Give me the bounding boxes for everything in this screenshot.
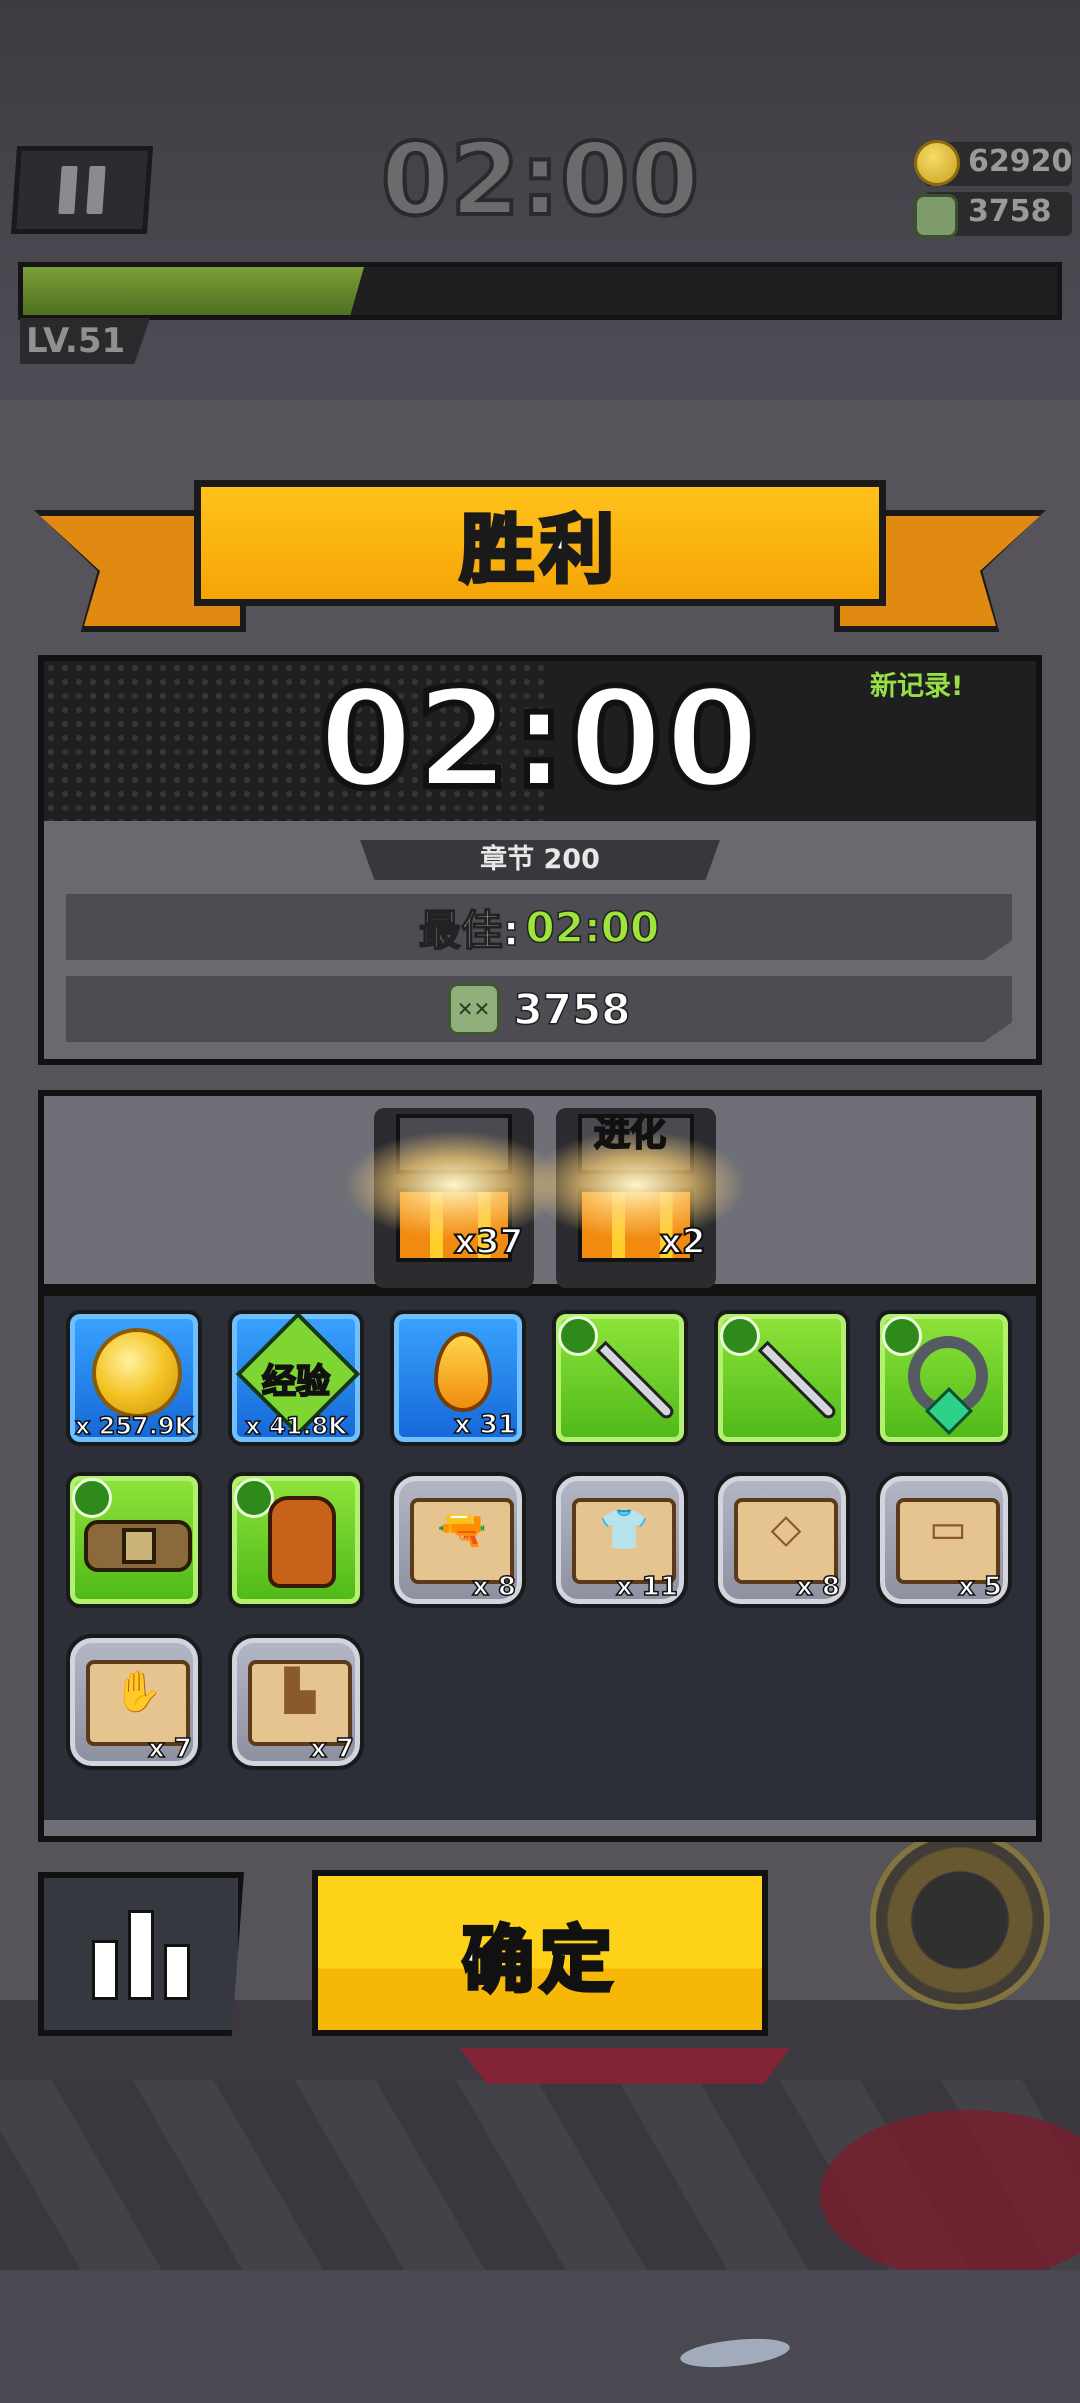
rewards-panel-footer — [38, 1820, 1042, 1842]
chest-count: x2 — [659, 1221, 707, 1263]
best-time-value: 02:00 — [525, 902, 660, 953]
reward-quantity: x 257.9K — [74, 1411, 194, 1441]
essence-drop-icon — [434, 1332, 492, 1412]
glove-silhouette-icon: ✋ — [113, 1669, 163, 1715]
gold-coin-icon — [92, 1328, 182, 1418]
glove-icon — [268, 1496, 336, 1588]
reward-scroll[interactable]: ◇ x 8 — [714, 1472, 850, 1608]
buckle-icon — [122, 1528, 156, 1564]
reward-quantity: x 7 — [309, 1733, 354, 1765]
reward-quantity: x 8 — [471, 1571, 516, 1603]
necklace-silhouette-icon: ◇ — [770, 1506, 802, 1552]
weapon-slot-badge-icon — [558, 1316, 598, 1356]
reward-scroll[interactable]: ✋ x 7 — [66, 1634, 202, 1770]
bar-chart-icon — [92, 1940, 118, 2000]
weapon-slot-badge-icon — [720, 1316, 760, 1356]
reward-experience[interactable]: 经验 x 41.8K — [228, 1310, 364, 1446]
reward-necklace[interactable] — [876, 1310, 1012, 1446]
reward-scroll[interactable]: ▙ x 7 — [228, 1634, 364, 1770]
reward-quantity: x 11 — [615, 1571, 679, 1603]
chest-count: x37 — [453, 1221, 524, 1263]
katana-icon — [757, 1340, 839, 1422]
kills-value: 3758 — [513, 984, 631, 1035]
survival-time: 02:00 — [316, 658, 763, 822]
reward-scroll[interactable]: ▭ x 5 — [876, 1472, 1012, 1608]
pause-button[interactable] — [10, 146, 154, 234]
reward-quantity: x 7 — [147, 1733, 192, 1765]
new-record-label: 新记录! — [870, 671, 964, 702]
bar-chart-icon — [164, 1944, 190, 2000]
best-time-label: 最佳: — [418, 905, 520, 956]
pause-icon — [86, 166, 106, 214]
reward-weapon[interactable] — [714, 1310, 850, 1446]
gun-silhouette-icon: 🔫 — [437, 1507, 487, 1553]
reward-essence[interactable]: x 31 — [390, 1310, 526, 1446]
level-label: LV.51 — [20, 318, 150, 364]
gold-amount: 62920 — [968, 144, 1073, 179]
zombie-skull-icon: ✕✕ — [447, 983, 500, 1035]
reward-quantity: x 5 — [957, 1571, 1002, 1603]
armor-silhouette-icon: 👕 — [599, 1507, 649, 1553]
reward-gold[interactable]: x 257.9K — [66, 1310, 202, 1446]
reward-weapon[interactable] — [552, 1310, 688, 1446]
katana-icon — [595, 1340, 677, 1422]
bar-chart-icon — [128, 1910, 154, 2000]
belt-slot-badge-icon — [72, 1478, 112, 1518]
chapter-label: 章节 200 — [360, 840, 720, 880]
kills-row: ✕✕ 3758 — [66, 976, 1012, 1042]
pause-icon — [58, 166, 78, 214]
victory-banner: 胜利 — [194, 480, 886, 606]
victory-title: 胜利 — [458, 505, 620, 595]
statistics-button[interactable] — [38, 1872, 244, 2036]
hud-timer: 02:00 — [379, 119, 701, 240]
experience-label: 经验 — [261, 1361, 331, 1403]
gold-coin-icon — [914, 140, 960, 186]
belt-silhouette-icon: ▭ — [929, 1506, 967, 1552]
confirm-button-label: 确定 — [460, 1916, 618, 2004]
evolution-chest-label: 进化 — [593, 1112, 667, 1155]
best-time-row: 最佳: 02:00 — [66, 894, 1012, 960]
confirm-button[interactable]: 确定 — [312, 1870, 768, 2036]
reward-quantity: x 41.8K — [244, 1411, 347, 1441]
reward-glove[interactable] — [228, 1472, 364, 1608]
kill-amount: 3758 — [968, 194, 1052, 229]
reward-quantity: x 31 — [453, 1409, 517, 1441]
yin-yang-skill-icon — [870, 1830, 1050, 2010]
scene-red-strip — [460, 2048, 790, 2084]
zombie-skull-icon — [914, 194, 958, 238]
reward-scroll[interactable]: 👕 x 11 — [552, 1472, 688, 1608]
reward-quantity: x 8 — [795, 1571, 840, 1603]
experience-bar-fill — [23, 267, 364, 315]
scene-background-bottom — [0, 2270, 1080, 2403]
reward-scroll[interactable]: 🔫 x 8 — [390, 1472, 526, 1608]
reward-belt[interactable] — [66, 1472, 202, 1608]
boots-silhouette-icon: ▙ — [284, 1668, 316, 1714]
